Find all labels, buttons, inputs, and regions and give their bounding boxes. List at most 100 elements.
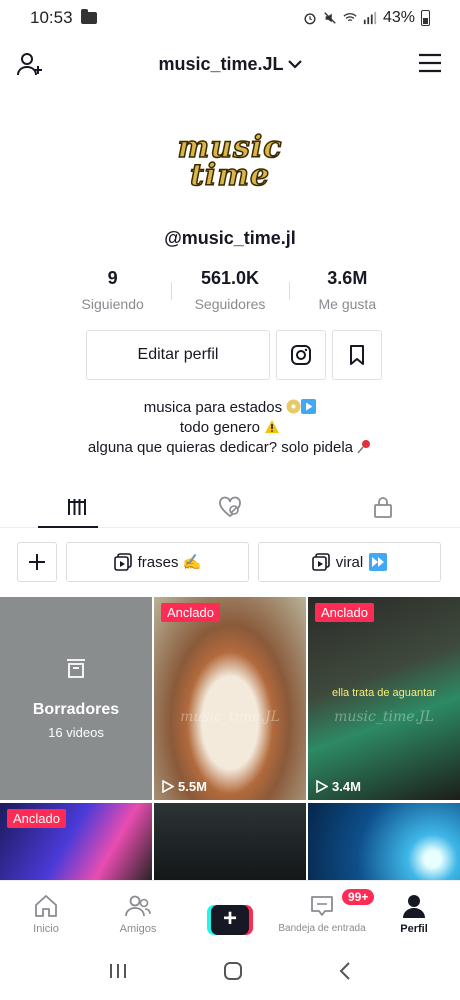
chevron-down-icon	[287, 60, 302, 69]
playlist-icon	[311, 553, 330, 571]
create-button[interactable]: +	[207, 905, 253, 935]
tab-videos[interactable]	[0, 486, 153, 528]
plus-icon	[29, 554, 45, 570]
tab-private[interactable]	[307, 486, 460, 527]
account-switcher[interactable]: music_time.JL	[158, 53, 302, 75]
bio-line-3: alguna que quieras dedicar? solo pidela	[0, 438, 460, 458]
grid-icon	[67, 498, 86, 515]
profile-stats: 9 Siguiendo 561.0K Seguidores 3.6M Me gu…	[54, 268, 406, 312]
battery-percent: 43%	[382, 9, 415, 26]
nav-inbox[interactable]: 99+ Bandeja de entrada	[276, 881, 377, 942]
nav-label: Bandeja de entrada	[278, 923, 366, 934]
stat-label: Me gusta	[318, 296, 377, 312]
profile-handle: @music_time.jl	[164, 228, 296, 248]
mute-icon	[324, 12, 336, 24]
stat-label: Siguiendo	[81, 296, 144, 312]
home-button-icon[interactable]	[223, 961, 243, 981]
view-count: 5.5M	[162, 779, 207, 794]
profile-header: music_time.JL	[0, 44, 460, 84]
playlist-viral[interactable]: viral	[258, 542, 441, 582]
profile-actions: Editar perfil	[86, 330, 382, 380]
playlist-label: viral	[335, 553, 364, 571]
play-icon	[162, 780, 174, 793]
lock-icon	[374, 496, 393, 518]
profile-bio: musica para estados todo genero alguna q…	[0, 398, 460, 458]
bottom-nav: Inicio Amigos + 99+ Bandeja de entrada P…	[0, 880, 460, 942]
nav-friends[interactable]: Amigos	[92, 881, 184, 942]
tab-liked[interactable]	[153, 486, 306, 527]
video-tile[interactable]	[154, 803, 306, 883]
wifi-icon	[343, 13, 357, 22]
favorites-button[interactable]	[332, 330, 382, 380]
battery-icon	[421, 10, 430, 26]
recent-apps-icon[interactable]	[108, 962, 128, 980]
drafts-title: Borradores	[32, 701, 120, 718]
bio-text: musica para estados	[143, 399, 283, 416]
watermark-text: music_time.JL	[180, 709, 280, 725]
status-right: 43%	[303, 9, 430, 27]
bookmark-icon	[350, 345, 364, 365]
stat-value: 561.0K	[200, 268, 260, 288]
nav-create[interactable]: +	[184, 881, 276, 942]
add-friend-icon[interactable]	[16, 50, 44, 78]
content-tabs	[0, 486, 460, 528]
play-button-icon	[301, 399, 317, 414]
edit-profile-button[interactable]: Editar perfil	[86, 330, 270, 380]
stat-value: 9	[107, 268, 118, 288]
pinned-badge: Anclado	[7, 809, 66, 828]
watermark-text: music_time.JL	[334, 709, 434, 725]
video-tile[interactable]: Anclado	[0, 803, 152, 883]
pinned-badge: Anclado	[315, 603, 374, 622]
bio-line-1: musica para estados	[0, 398, 460, 418]
nav-profile[interactable]: Perfil	[368, 881, 460, 942]
status-time: 10:53	[30, 8, 73, 27]
fast-forward-icon	[369, 553, 388, 571]
stat-value: 3.6M	[327, 268, 368, 288]
folder-icon	[80, 9, 97, 24]
drafts-box-icon	[67, 659, 85, 678]
home-icon	[35, 895, 57, 917]
signal-icon	[363, 11, 377, 25]
header-username: music_time.JL	[158, 53, 284, 74]
video-grid: Borradores 16 videos Anclado music_time.…	[0, 597, 460, 883]
inbox-icon	[311, 896, 333, 916]
drafts-count: 16 videos	[48, 725, 104, 740]
nav-home[interactable]: Inicio	[0, 881, 92, 942]
warning-icon	[265, 420, 280, 433]
instagram-button[interactable]	[276, 330, 326, 380]
playlist-label: frases ✍️	[137, 554, 202, 571]
stat-likes[interactable]: 3.6M Me gusta	[288, 268, 406, 312]
nav-label: Perfil	[400, 923, 428, 935]
friends-icon	[125, 895, 151, 917]
play-icon	[316, 780, 328, 793]
status-bar: 10:53 43%	[0, 0, 460, 36]
bio-text: todo genero	[179, 419, 260, 436]
hidden-heart-icon	[219, 496, 241, 517]
avatar[interactable]: music time	[177, 120, 283, 204]
system-nav	[0, 942, 460, 1000]
stat-followers[interactable]: 561.0K Seguidores	[171, 268, 288, 312]
pushpin-icon	[357, 440, 371, 454]
video-tile[interactable]: Anclado music_time.JL 5.5M	[154, 597, 306, 800]
stat-following[interactable]: 9 Siguiendo	[54, 268, 171, 312]
pinned-badge: Anclado	[161, 603, 220, 622]
bio-text: alguna que quieras dedicar? solo pidela	[87, 439, 354, 456]
view-count: 3.4M	[316, 779, 361, 794]
alarm-icon	[304, 13, 316, 25]
plus-icon: +	[211, 905, 249, 935]
playlists-row: frases ✍️ viral	[17, 542, 441, 582]
video-tile[interactable]	[308, 803, 460, 883]
back-icon[interactable]	[338, 961, 352, 981]
avatar-logo-line2: time	[189, 158, 271, 193]
video-tile[interactable]: Anclado ella trata de aguantar music_tim…	[308, 597, 460, 800]
add-playlist-button[interactable]	[17, 542, 57, 582]
playlist-frases[interactable]: frases ✍️	[66, 542, 249, 582]
nav-label: Inicio	[33, 923, 59, 935]
nav-label: Amigos	[119, 923, 157, 935]
view-count-value: 5.5M	[178, 779, 207, 794]
view-count-value: 3.4M	[332, 779, 361, 794]
menu-icon[interactable]	[418, 52, 442, 74]
stat-label: Seguidores	[194, 296, 266, 312]
cd-icon	[286, 399, 301, 414]
drafts-tile[interactable]: Borradores 16 videos	[0, 597, 152, 800]
